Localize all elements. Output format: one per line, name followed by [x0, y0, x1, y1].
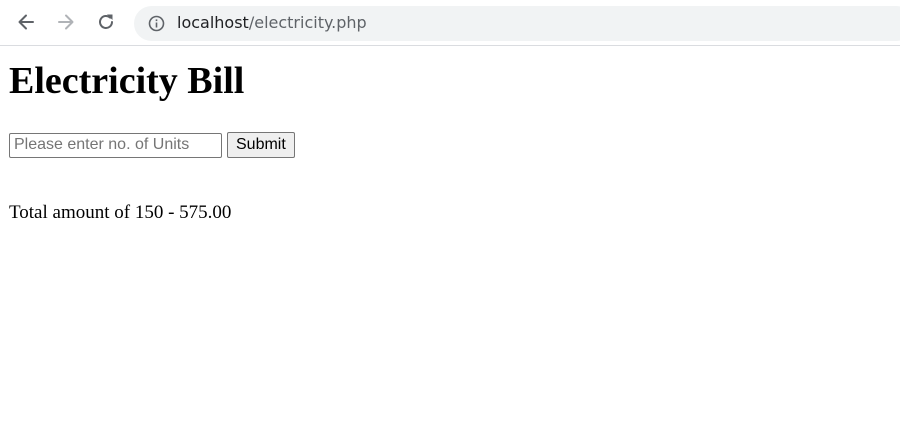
- arrow-left-icon: [18, 14, 34, 30]
- result-text: Total amount of 150 - 575.00: [9, 202, 232, 223]
- reload-icon: [99, 14, 113, 29]
- url-path: /electricity.php: [248, 13, 367, 32]
- back-button[interactable]: [11, 7, 41, 37]
- submit-button[interactable]: Submit: [227, 132, 295, 158]
- units-form: Submit: [9, 132, 295, 158]
- info-circle-icon[interactable]: [148, 15, 165, 32]
- url-host: localhost: [177, 13, 249, 32]
- forward-button[interactable]: [51, 7, 81, 37]
- address-bar[interactable]: localhost/electricity.php: [134, 6, 900, 41]
- url-text: localhost/electricity.php: [177, 13, 367, 33]
- arrow-right-icon: [58, 14, 74, 30]
- page-title: Electricity Bill: [9, 60, 245, 102]
- browser-toolbar: localhost/electricity.php: [0, 0, 900, 46]
- units-input[interactable]: [9, 132, 222, 158]
- reload-button[interactable]: [91, 7, 121, 37]
